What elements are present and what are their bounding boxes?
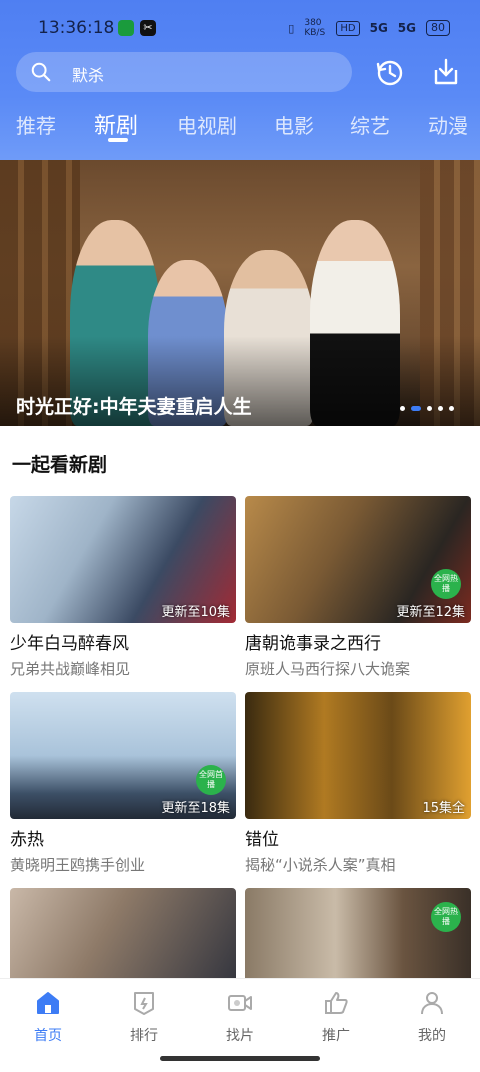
home-icon: [37, 992, 59, 1014]
section-title: 一起看新剧: [12, 454, 108, 476]
tab-tv-series[interactable]: 电视剧: [177, 110, 237, 139]
hot-badge: 全网热播: [431, 902, 461, 932]
vibrate-icon: ▯: [288, 21, 295, 35]
search-icon: [31, 62, 51, 82]
drama-description: 黄晓明王鸥携手创业: [10, 856, 146, 874]
network-speed: 380 KB/S: [304, 18, 326, 38]
episode-badge: 更新至18集: [161, 801, 230, 816]
drama-description: 揭秘“小说杀人案”真相: [245, 856, 396, 874]
tab-variety[interactable]: 综艺: [350, 110, 390, 139]
thumbs-up-icon: [325, 992, 348, 1014]
video-camera-icon: [228, 995, 252, 1011]
nav-promote-label: 推广: [322, 1028, 350, 1044]
nav-promote[interactable]: 推广: [288, 979, 384, 1049]
drama-card[interactable]: 全网热播 更新至12集 唐朝诡事录之西行 原班人马西行探八大诡案: [245, 496, 471, 679]
bottom-nav: 首页 排行 找片 推广 我的: [0, 978, 480, 1048]
pagination-dot-active: [411, 406, 421, 411]
status-indicators: ▯ 380 KB/S HD 5G 5G 80: [288, 18, 450, 38]
shield-app-icon: [118, 20, 134, 36]
header: 13:36:18 ✂ ▯ 380 KB/S HD 5G 5G 80 默杀 推荐 …: [0, 0, 480, 160]
nav-profile[interactable]: 我的: [384, 979, 480, 1049]
drama-title: 错位: [245, 830, 279, 850]
pagination-dot: [438, 406, 443, 411]
nav-profile-label: 我的: [418, 1028, 446, 1044]
search-placeholder: 默杀: [72, 66, 105, 85]
nav-home-label: 首页: [34, 1028, 62, 1044]
drama-title: 少年白马醉春风: [10, 634, 129, 654]
hot-badge: 全网首播: [196, 765, 226, 795]
episode-badge: 更新至12集: [396, 605, 465, 620]
drama-thumbnail: 更新至10集: [10, 496, 236, 623]
pagination-dot: [449, 406, 454, 411]
drama-description: 兄弟共战巅峰相见: [10, 660, 131, 678]
pagination-dot: [400, 406, 405, 411]
pagination-dot: [427, 406, 432, 411]
tab-movie[interactable]: 电影: [274, 110, 314, 139]
hot-badge: 全网热播: [431, 569, 461, 599]
app-root: 13:36:18 ✂ ▯ 380 KB/S HD 5G 5G 80 默杀 推荐 …: [0, 0, 480, 1072]
drama-card[interactable]: 全网首播 更新至18集 赤热 黄晓明王鸥携手创业: [10, 692, 236, 875]
signal-5g-1: 5G: [369, 21, 388, 35]
status-bar: 13:36:18 ✂ ▯ 380 KB/S HD 5G 5G 80: [0, 12, 480, 44]
banner-title: 时光正好:中年夫妻重启人生: [16, 396, 252, 418]
nav-find[interactable]: 找片: [192, 979, 288, 1049]
drama-thumbnail: 全网首播 更新至18集: [10, 692, 236, 819]
battery-level: 80: [426, 20, 450, 36]
status-time: 13:36:18: [38, 18, 115, 38]
episode-badge: 更新至10集: [161, 605, 230, 620]
hero-banner[interactable]: 时光正好:中年夫妻重启人生: [0, 160, 480, 426]
history-icon[interactable]: [374, 56, 406, 88]
drama-thumbnail: 15集全: [245, 692, 471, 819]
hd-badge: HD: [336, 20, 360, 36]
drama-card[interactable]: 更新至10集 少年白马醉春风 兄弟共战巅峰相见: [10, 496, 236, 679]
capcut-app-icon: ✂: [140, 20, 156, 36]
category-tabs: 推荐 新剧 电视剧 电影 综艺 动漫: [0, 104, 480, 148]
search-bar[interactable]: 默杀: [16, 52, 352, 92]
tab-recommend[interactable]: 推荐: [16, 110, 56, 139]
banner-pagination: [400, 406, 454, 411]
gesture-bar[interactable]: [160, 1056, 320, 1061]
drama-title: 唐朝诡事录之西行: [245, 634, 381, 654]
tab-new-drama[interactable]: 新剧: [94, 108, 138, 140]
drama-title: 赤热: [10, 830, 44, 850]
tab-anime[interactable]: 动漫: [428, 110, 468, 139]
nav-home[interactable]: 首页: [0, 979, 96, 1049]
drama-card[interactable]: 15集全 错位 揭秘“小说杀人案”真相: [245, 692, 471, 875]
download-icon[interactable]: [430, 56, 462, 88]
nav-ranking-label: 排行: [130, 1028, 158, 1044]
nav-ranking[interactable]: 排行: [96, 979, 192, 1049]
ranking-icon: [134, 992, 154, 1015]
profile-icon: [421, 992, 443, 1015]
drama-description: 原班人马西行探八大诡案: [245, 660, 411, 678]
drama-thumbnail: 全网热播 更新至12集: [245, 496, 471, 623]
active-tab-indicator: [108, 138, 128, 142]
episode-badge: 15集全: [422, 801, 465, 816]
nav-find-label: 找片: [226, 1028, 254, 1044]
signal-5g-2: 5G: [397, 21, 416, 35]
